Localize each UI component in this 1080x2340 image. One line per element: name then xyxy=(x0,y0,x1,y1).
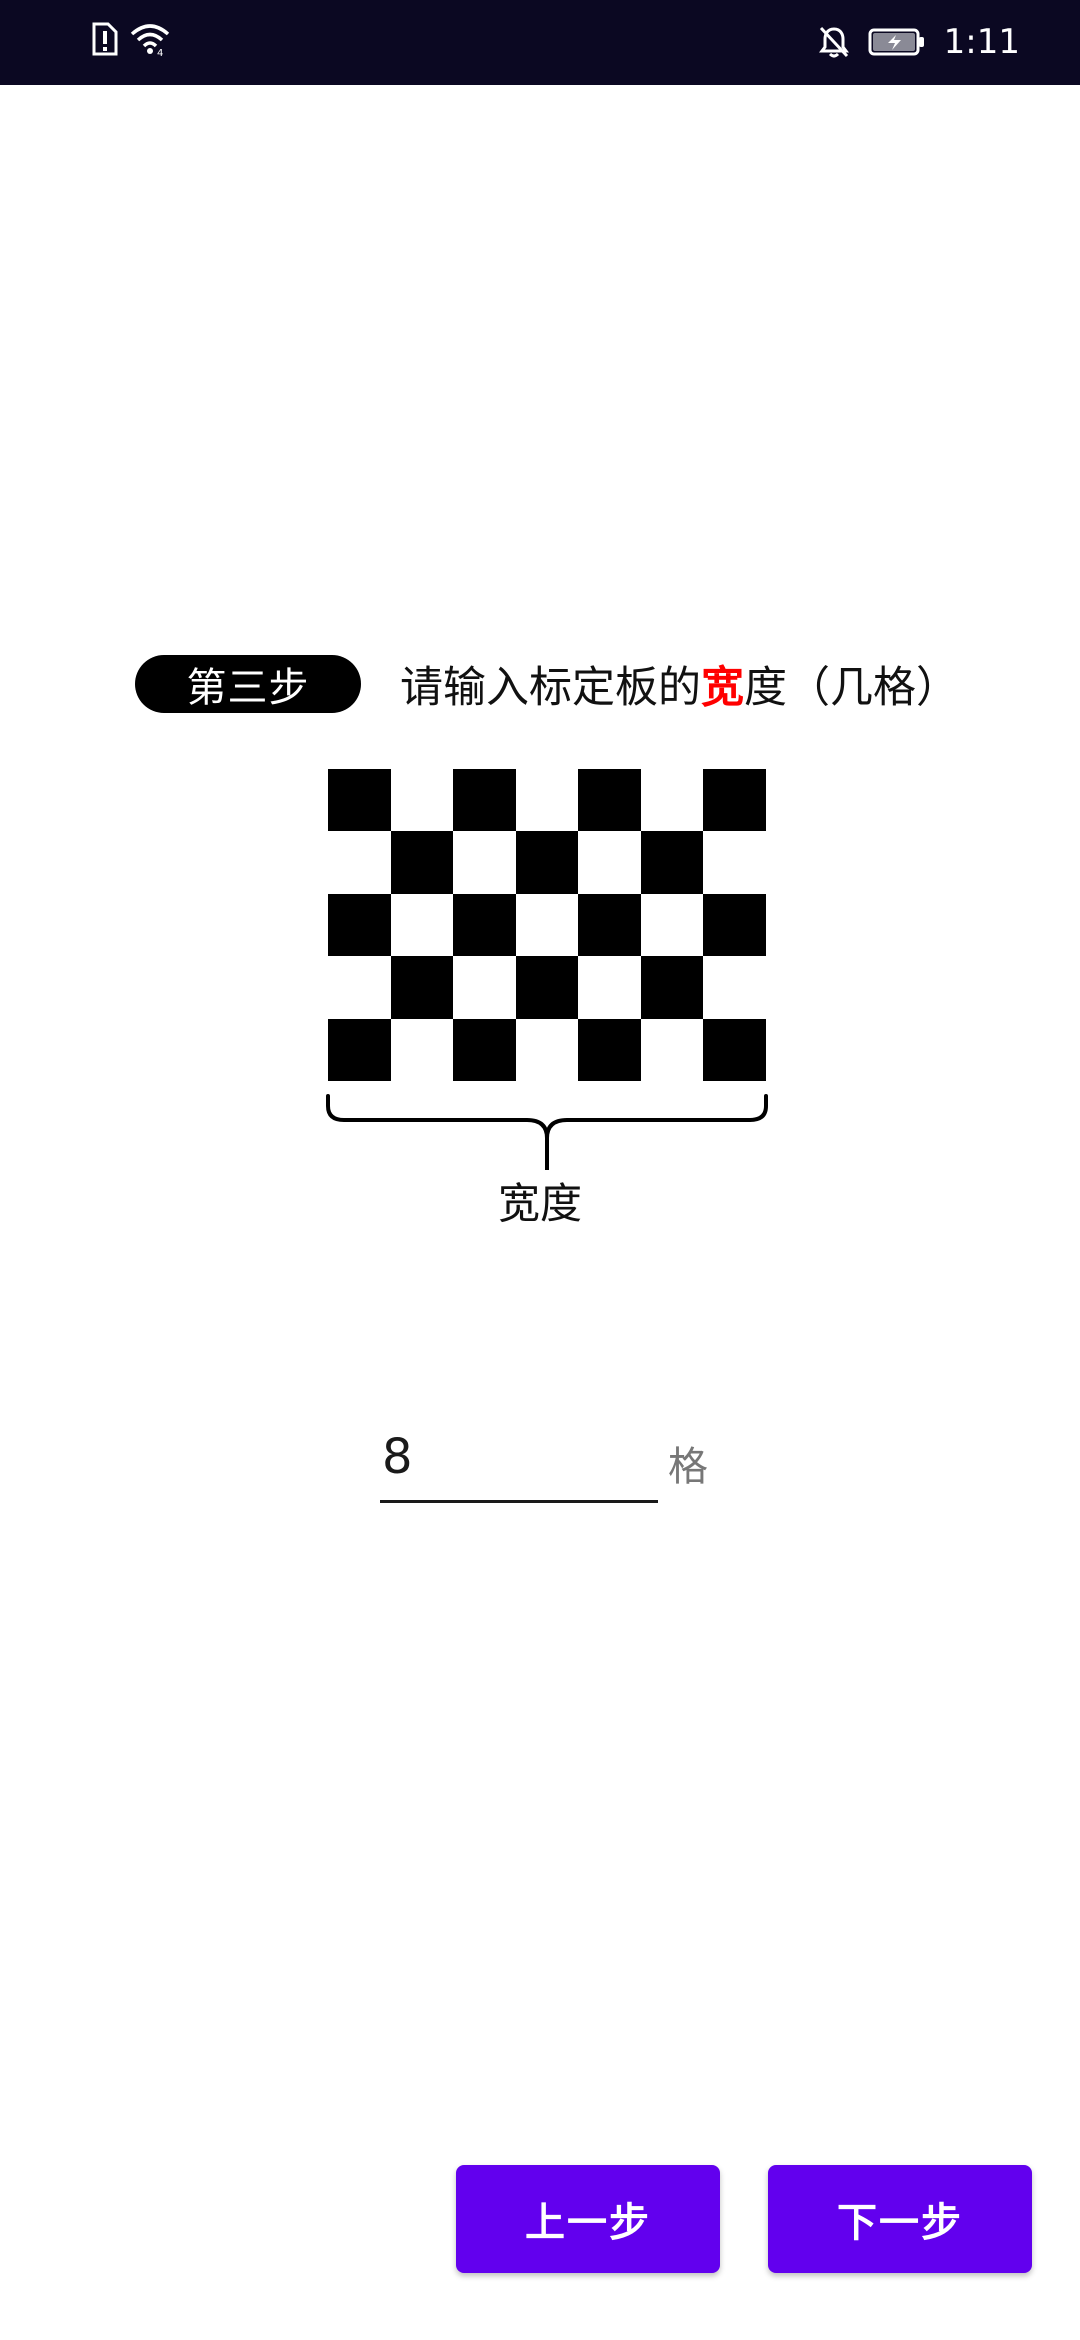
checker-square xyxy=(328,1018,391,1081)
checker-square xyxy=(328,831,391,894)
checker-square xyxy=(515,956,579,1019)
checker-square xyxy=(390,769,454,832)
checker-square xyxy=(703,831,766,894)
width-label: 宽度 xyxy=(497,1179,582,1228)
wifi-icon: 4 xyxy=(130,24,170,56)
status-bar-right: 1:11 xyxy=(818,18,1020,66)
instruction-highlight: 宽 xyxy=(701,663,744,713)
sim-alert-icon xyxy=(92,22,118,56)
checker-square xyxy=(578,893,641,957)
checker-square xyxy=(640,893,704,957)
instruction-text-after: 度（几格） xyxy=(744,663,959,713)
checker-square xyxy=(578,1018,641,1081)
status-bar: 4 1:11 xyxy=(0,0,1080,85)
checker-square xyxy=(703,769,766,832)
checkerboard-illustration xyxy=(328,769,766,1081)
checker-square xyxy=(390,831,454,894)
bell-off-icon xyxy=(818,26,849,58)
checker-square xyxy=(515,769,579,832)
checker-square xyxy=(578,956,641,1019)
checker-square xyxy=(703,893,766,957)
checker-square xyxy=(640,831,704,894)
checker-square xyxy=(328,893,391,957)
status-bar-left: 4 xyxy=(90,22,170,56)
checker-square xyxy=(390,956,454,1019)
checker-square xyxy=(453,769,516,832)
checker-square xyxy=(640,769,704,832)
instruction-text-before: 请输入标定板的 xyxy=(400,663,701,713)
checker-square xyxy=(390,893,454,957)
checker-square xyxy=(578,831,641,894)
checker-square xyxy=(328,956,391,1019)
status-time: 1:11 xyxy=(943,22,1020,62)
checker-square xyxy=(328,769,391,832)
unit-label: 格 xyxy=(668,1444,708,1490)
svg-text:4: 4 xyxy=(157,48,163,56)
battery-charging-icon xyxy=(868,28,924,56)
checker-square xyxy=(578,769,641,832)
width-input-container xyxy=(380,1420,660,1503)
width-count-input[interactable] xyxy=(380,1420,660,1494)
checker-square xyxy=(703,1018,766,1081)
checker-square xyxy=(453,893,516,957)
checker-square xyxy=(640,1018,704,1081)
step-instruction: 请输入标定板的宽度（几格） xyxy=(400,655,959,713)
checker-square xyxy=(515,831,579,894)
checker-square xyxy=(515,1018,579,1081)
checker-square xyxy=(453,1018,516,1081)
step-badge: 第三步 xyxy=(135,655,361,713)
checker-square xyxy=(453,956,516,1019)
checker-square xyxy=(703,956,766,1019)
width-brace xyxy=(326,1094,768,1170)
checker-square xyxy=(640,956,704,1019)
checker-square xyxy=(453,831,516,894)
next-step-button[interactable]: 下一步 xyxy=(768,2165,1032,2273)
checker-square xyxy=(515,893,579,957)
previous-step-button[interactable]: 上一步 xyxy=(456,2165,720,2273)
checker-square xyxy=(390,1018,454,1081)
